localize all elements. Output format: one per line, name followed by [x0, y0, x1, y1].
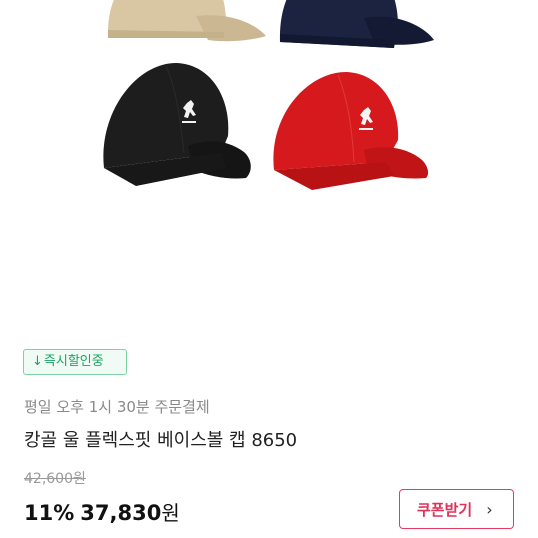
delivery-note: 평일 오후 1시 30분 주문결제: [24, 398, 210, 416]
discount-rate: 11%: [24, 501, 75, 525]
product-title[interactable]: 캉골 울 플렉스핏 베이스볼 캡 8650: [24, 426, 297, 452]
chevron-right-icon: ›: [486, 499, 493, 519]
coupon-button[interactable]: 쿠폰받기 ›: [399, 489, 514, 529]
instant-discount-badge: ↓즉시할인중: [23, 349, 127, 375]
badge-label: 즉시할인중: [43, 354, 104, 369]
cap-image-red[interactable]: [268, 70, 438, 200]
arrow-down-icon: ↓: [32, 354, 43, 369]
product-image-gallery[interactable]: [0, 0, 538, 340]
coupon-button-label: 쿠폰받기: [417, 500, 473, 519]
sale-price: 37,830: [80, 501, 162, 525]
original-price: 42,600원: [24, 471, 86, 487]
price-row: 11% 37,830원: [24, 497, 180, 526]
cap-image-black[interactable]: [96, 58, 266, 198]
currency-label: 원: [161, 501, 180, 525]
